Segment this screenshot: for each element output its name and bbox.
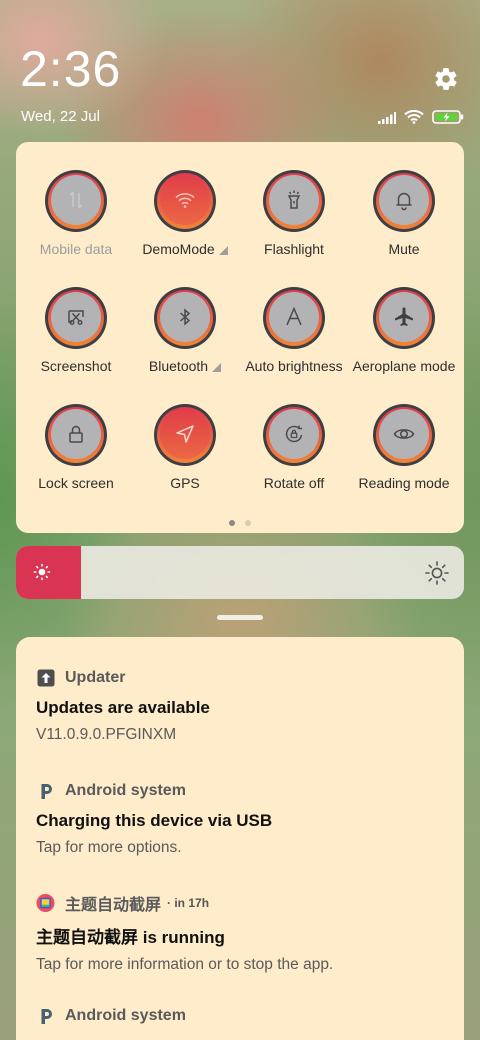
tile-flashlight[interactable]: Flashlight [239,170,349,270]
tile-label: Flashlight [264,241,324,257]
flashlight-icon [287,190,301,209]
tile-label: DemoMode [142,241,228,257]
tile-label: Mobile data [39,241,113,257]
eye-icon [393,428,415,439]
location-icon [176,424,194,443]
tile-label: Rotate off [263,475,325,491]
bell-icon [396,192,412,210]
notification-header: Android system [36,780,456,802]
date[interactable]: Wed, 22 Jul [21,108,100,125]
tile-aeroplane-mode[interactable]: Aeroplane mode [349,287,459,387]
notification-text: V11.0.9.0.PFGINXM [36,726,177,743]
tile-mute[interactable]: Mute [349,170,459,270]
expand-caret-icon [212,362,222,372]
wifi-status-icon [404,109,424,128]
notification-title: 主题自动截屏 is running [36,928,225,947]
lock-icon [69,425,83,443]
page-dot-1[interactable] [229,520,235,526]
notification-title: Charging this device via USB [36,811,273,830]
tile-label: Bluetooth [149,358,222,374]
app-name: Android system [65,1007,186,1024]
app-name: Updater [65,669,126,686]
notification-updater[interactable]: Updater Updates are available V11.0.9.0.… [36,667,456,744]
mobile-data-icon [69,190,83,209]
settings-gear-icon[interactable] [433,66,459,92]
updater-icon [36,669,55,688]
brightness-low-icon [32,562,52,582]
rotate-lock-icon [285,425,303,442]
tile-label: Auto brightness [245,358,343,374]
screenshot-icon [68,309,84,325]
tile-label: GPS [170,475,200,491]
auto-brightness-icon [286,306,302,325]
notification-title: Updates are available [36,698,210,717]
notification-theme-screenshot[interactable]: 主题自动截屏 · in 17h 主题自动截屏 is running Tap fo… [36,892,456,974]
android-system-icon [36,782,55,801]
android-system-icon [36,1007,55,1026]
tile-rotate-off[interactable]: Rotate off [239,404,349,504]
notification-text: Tap for more options. [36,839,182,856]
quick-settings-panel: Mobile data DemoMode Flashlight Mute Scr… [16,142,464,533]
signal-icon [378,109,396,128]
expand-caret-icon [218,245,228,255]
tile-label: Lock screen [38,475,114,491]
tile-lock-screen[interactable]: Lock screen [21,404,131,504]
brightness-slider[interactable] [16,546,464,599]
tile-label: Reading mode [358,475,450,491]
tile-label: Aeroplane mode [352,358,456,374]
notification-time: · in 17h [167,896,210,910]
airplane-icon [395,307,413,326]
tile-label: Mute [388,241,420,257]
clock[interactable]: 2:36 [20,40,121,98]
tile-auto-brightness[interactable]: Auto brightness [239,287,349,387]
status-icons [378,109,464,128]
wifi-icon [175,192,195,208]
notification-android-system-usb[interactable]: Android system Charging this device via … [36,780,456,857]
page-dot-2[interactable] [245,520,251,526]
notification-text: Tap for more information or to stop the … [36,956,334,973]
brightness-high-icon [424,560,450,586]
app-name: Android system [65,782,186,799]
notification-header: Updater [36,667,456,689]
tile-screenshot[interactable]: Screenshot [21,287,131,387]
notification-header: Android system [36,1005,456,1027]
tile-demomode[interactable]: DemoMode [130,170,240,270]
notification-header: 主题自动截屏 · in 17h [36,892,456,914]
battery-charging-icon [432,109,464,128]
app-screenshot-icon [36,893,55,913]
notification-panel: Updater Updates are available V11.0.9.0.… [16,637,464,1040]
tile-reading-mode[interactable]: Reading mode [349,404,459,504]
notification-android-system[interactable]: Android system [36,1005,456,1027]
tile-label: Screenshot [40,358,112,374]
tile-bluetooth[interactable]: Bluetooth [130,287,240,387]
bluetooth-icon [180,307,191,326]
app-name: 主题自动截屏 [65,897,162,914]
tile-gps[interactable]: GPS [130,404,240,504]
tile-mobile-data[interactable]: Mobile data [21,170,131,270]
drag-handle[interactable] [217,615,263,620]
page-indicator [16,520,464,526]
